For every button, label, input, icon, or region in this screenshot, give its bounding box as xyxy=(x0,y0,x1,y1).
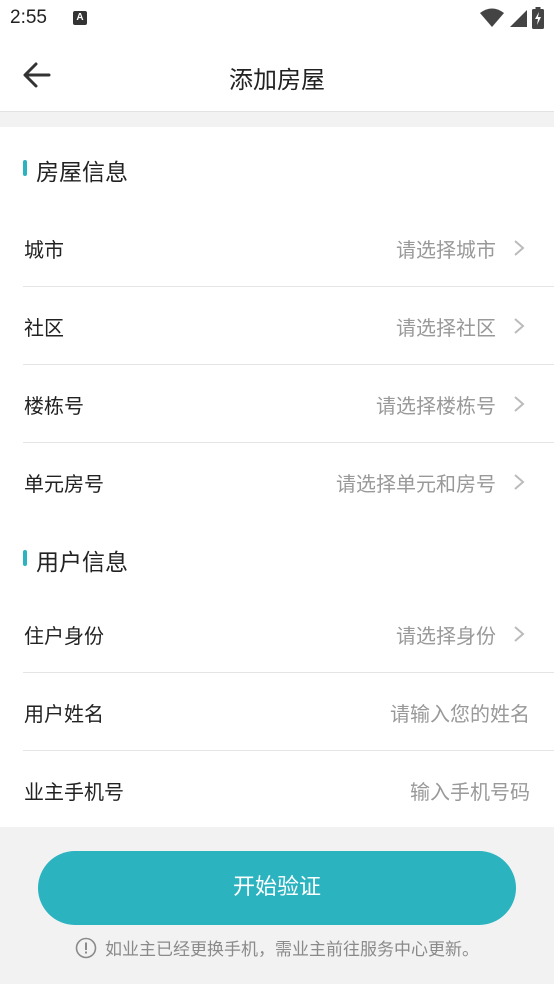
city-selector[interactable]: 城市 请选择城市 xyxy=(23,209,554,287)
phone-input-placeholder[interactable]: 输入手机号码 xyxy=(410,776,530,805)
section-title: 房屋信息 xyxy=(36,160,128,186)
header: 添加房屋 xyxy=(0,38,554,112)
user-info-section: 用户信息 住户身份 请选择身份 用户姓名 请输入您的姓名 业主手机号 输入手机号… xyxy=(0,517,554,827)
row-value: 请选择社区 xyxy=(396,316,496,340)
chevron-right-icon xyxy=(514,240,525,256)
row-label: 城市 xyxy=(24,238,64,262)
start-verification-button[interactable]: 开始验证 xyxy=(38,851,516,925)
page-title: 添加房屋 xyxy=(229,66,325,94)
wifi-icon xyxy=(480,8,504,27)
row-label: 单元房号 xyxy=(24,472,104,496)
row-value: 请选择单元和房号 xyxy=(336,472,496,496)
phone-field[interactable]: 业主手机号 输入手机号码 xyxy=(23,751,554,829)
notice: 如业主已经更换手机，需业主前往服务中心更新。 xyxy=(0,935,554,960)
status-icons xyxy=(480,7,544,29)
status-time: 2:55 xyxy=(10,7,47,28)
row-value: 请选择楼栋号 xyxy=(376,394,496,418)
row-label: 住户身份 xyxy=(24,624,104,648)
name-field[interactable]: 用户姓名 请输入您的姓名 xyxy=(23,673,554,751)
section-accent-bar xyxy=(23,550,27,566)
section-header: 房屋信息 xyxy=(0,127,554,209)
chevron-right-icon xyxy=(514,396,525,412)
name-input-placeholder[interactable]: 请输入您的姓名 xyxy=(390,698,530,727)
chevron-right-icon xyxy=(514,626,525,642)
signal-icon xyxy=(510,10,527,27)
exclamation-circle-icon xyxy=(75,937,97,958)
chevron-right-icon xyxy=(514,474,525,490)
section-accent-bar xyxy=(23,160,27,176)
row-label: 用户姓名 xyxy=(24,702,104,726)
row-label: 社区 xyxy=(24,316,64,340)
building-selector[interactable]: 楼栋号 请选择楼栋号 xyxy=(23,365,554,443)
notice-text: 如业主已经更换手机，需业主前往服务中心更新。 xyxy=(105,940,479,960)
chevron-right-icon xyxy=(514,318,525,334)
battery-charging-icon xyxy=(532,7,544,29)
a-notification-icon: A xyxy=(73,11,87,25)
section-header: 用户信息 xyxy=(0,517,554,595)
status-bar: 2:55 A xyxy=(0,0,554,38)
section-title: 用户信息 xyxy=(36,550,128,576)
community-selector[interactable]: 社区 请选择社区 xyxy=(23,287,554,365)
row-label: 业主手机号 xyxy=(24,780,124,804)
row-value: 请选择城市 xyxy=(396,238,496,262)
identity-selector[interactable]: 住户身份 请选择身份 xyxy=(23,595,554,673)
unit-room-selector[interactable]: 单元房号 请选择单元和房号 xyxy=(23,443,554,521)
row-label: 楼栋号 xyxy=(24,394,84,418)
row-value: 请选择身份 xyxy=(396,624,496,648)
house-info-section: 房屋信息 城市 请选择城市 社区 请选择社区 楼栋号 请选择楼栋号 单元房号 请… xyxy=(0,127,554,521)
